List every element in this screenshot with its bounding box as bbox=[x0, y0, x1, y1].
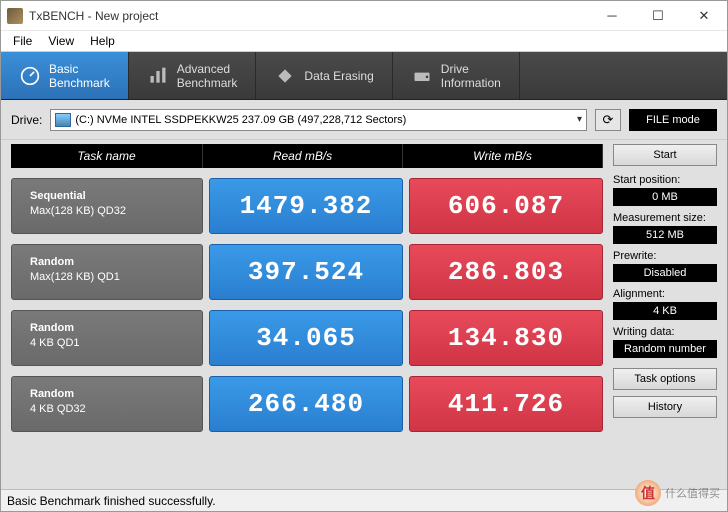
writing-data-label: Writing data: bbox=[613, 326, 717, 338]
writing-data-value[interactable]: Random number bbox=[613, 340, 717, 358]
app-window: TxBENCH - New project ─ ☐ ✕ File View He… bbox=[0, 0, 728, 512]
chart-icon bbox=[147, 65, 169, 87]
start-button[interactable]: Start bbox=[613, 144, 717, 166]
drive-icon bbox=[411, 65, 433, 87]
write-value: 411.726 bbox=[409, 376, 603, 432]
drive-small-icon bbox=[55, 113, 71, 127]
result-row: Random4 KB QD1 34.065 134.830 bbox=[11, 310, 603, 366]
menu-help[interactable]: Help bbox=[82, 32, 123, 50]
result-row: Random4 KB QD32 266.480 411.726 bbox=[11, 376, 603, 432]
tab-drive-information[interactable]: DriveInformation bbox=[393, 52, 520, 99]
task-random-128kb-qd1[interactable]: RandomMax(128 KB) QD1 bbox=[11, 244, 203, 300]
erase-icon bbox=[274, 65, 296, 87]
menu-view[interactable]: View bbox=[40, 32, 82, 50]
result-row: SequentialMax(128 KB) QD32 1479.382 606.… bbox=[11, 178, 603, 234]
history-button[interactable]: History bbox=[613, 396, 717, 418]
tab-strip: BasicBenchmark AdvancedBenchmark Data Er… bbox=[1, 52, 727, 100]
tab-data-erasing[interactable]: Data Erasing bbox=[256, 52, 392, 99]
start-position-label: Start position: bbox=[613, 174, 717, 186]
drive-select[interactable]: (C:) NVMe INTEL SSDPEKKW25 237.09 GB (49… bbox=[50, 109, 587, 131]
results-header: Task name Read mB/s Write mB/s bbox=[11, 144, 603, 168]
side-panel: Start Start position: 0 MB Measurement s… bbox=[613, 144, 717, 489]
chevron-down-icon: ▾ bbox=[577, 114, 582, 125]
measurement-size-label: Measurement size: bbox=[613, 212, 717, 224]
task-sequential-qd32[interactable]: SequentialMax(128 KB) QD32 bbox=[11, 178, 203, 234]
tab-basic-benchmark[interactable]: BasicBenchmark bbox=[1, 52, 129, 99]
read-value: 266.480 bbox=[209, 376, 403, 432]
menu-file[interactable]: File bbox=[5, 32, 40, 50]
gauge-icon bbox=[19, 65, 41, 87]
start-position-value[interactable]: 0 MB bbox=[613, 188, 717, 206]
prewrite-value[interactable]: Disabled bbox=[613, 264, 717, 282]
alignment-label: Alignment: bbox=[613, 288, 717, 300]
watermark: 值 什么值得买 bbox=[635, 480, 720, 506]
col-read: Read mB/s bbox=[203, 144, 403, 168]
task-random-4kb-qd1[interactable]: Random4 KB QD1 bbox=[11, 310, 203, 366]
result-row: RandomMax(128 KB) QD1 397.524 286.803 bbox=[11, 244, 603, 300]
titlebar: TxBENCH - New project ─ ☐ ✕ bbox=[1, 1, 727, 31]
read-value: 34.065 bbox=[209, 310, 403, 366]
content-area: Task name Read mB/s Write mB/s Sequentia… bbox=[1, 140, 727, 489]
measurement-size-value[interactable]: 512 MB bbox=[613, 226, 717, 244]
write-value: 286.803 bbox=[409, 244, 603, 300]
drive-selected-text: (C:) NVMe INTEL SSDPEKKW25 237.09 GB (49… bbox=[75, 114, 406, 126]
minimize-button[interactable]: ─ bbox=[589, 1, 635, 31]
prewrite-label: Prewrite: bbox=[613, 250, 717, 262]
results-column: Task name Read mB/s Write mB/s Sequentia… bbox=[11, 144, 603, 489]
reload-button[interactable]: ⟳ bbox=[595, 109, 621, 131]
menubar: File View Help bbox=[1, 31, 727, 52]
write-value: 606.087 bbox=[409, 178, 603, 234]
reload-icon: ⟳ bbox=[603, 112, 614, 128]
app-icon bbox=[7, 8, 23, 24]
status-text: Basic Benchmark finished successfully. bbox=[7, 494, 216, 508]
alignment-value[interactable]: 4 KB bbox=[613, 302, 717, 320]
tab-advanced-benchmark[interactable]: AdvancedBenchmark bbox=[129, 52, 257, 99]
col-write: Write mB/s bbox=[403, 144, 603, 168]
drive-label: Drive: bbox=[11, 113, 42, 127]
task-options-button[interactable]: Task options bbox=[613, 368, 717, 390]
read-value: 397.524 bbox=[209, 244, 403, 300]
task-random-4kb-qd32[interactable]: Random4 KB QD32 bbox=[11, 376, 203, 432]
watermark-icon: 值 bbox=[635, 480, 661, 506]
write-value: 134.830 bbox=[409, 310, 603, 366]
status-bar: Basic Benchmark finished successfully. bbox=[1, 489, 727, 511]
maximize-button[interactable]: ☐ bbox=[635, 1, 681, 31]
close-button[interactable]: ✕ bbox=[681, 1, 727, 31]
col-task: Task name bbox=[11, 144, 203, 168]
file-mode-button[interactable]: FILE mode bbox=[629, 109, 717, 131]
window-title: TxBENCH - New project bbox=[29, 9, 589, 23]
drive-row: Drive: (C:) NVMe INTEL SSDPEKKW25 237.09… bbox=[1, 100, 727, 140]
read-value: 1479.382 bbox=[209, 178, 403, 234]
